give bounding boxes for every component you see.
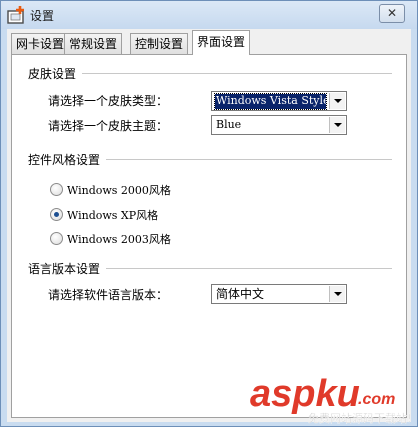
control-style-group-title: 控件风格设置 xyxy=(28,151,107,168)
interface-settings-panel: 皮肤设置 请选择一个皮肤类型： Windows Vista Style 请选择一… xyxy=(11,54,407,418)
tab-general[interactable]: 常规设置 xyxy=(64,33,123,54)
chevron-down-icon[interactable] xyxy=(329,286,345,302)
skin-theme-label: 请选择一个皮肤主题： xyxy=(48,119,169,133)
group-divider xyxy=(98,159,392,160)
skin-group-title: 皮肤设置 xyxy=(28,65,83,82)
language-value: 简体中文 xyxy=(216,287,265,301)
skin-type-select[interactable]: Windows Vista Style xyxy=(211,91,347,111)
skin-type-label: 请选择一个皮肤类型： xyxy=(48,94,169,108)
skin-theme-select[interactable]: Blue xyxy=(211,115,347,135)
language-select[interactable]: 简体中文 xyxy=(211,284,347,304)
language-label: 请选择软件语言版本： xyxy=(48,288,169,302)
group-divider xyxy=(98,268,392,269)
chevron-down-icon[interactable] xyxy=(329,93,345,109)
skin-type-value: Windows Vista Style xyxy=(214,93,327,110)
radio-windows-xp[interactable]: Windows XP风格 xyxy=(50,206,210,222)
watermark-brand: aspku xyxy=(250,373,360,415)
settings-window: 设置 ✕ 网卡设置 常规设置 控制设置 界面设置 皮肤设置 请选择一个皮肤类型：… xyxy=(0,0,418,427)
skin-theme-value: Blue xyxy=(216,118,242,131)
radio-windows-2000[interactable]: Windows 2000风格 xyxy=(50,181,210,197)
radio-label: Windows 2003风格 xyxy=(67,233,171,246)
aspku-watermark-logo: aspku .com 免费网站源码下载站! xyxy=(250,373,412,425)
tab-control[interactable]: 控制设置 xyxy=(130,33,189,54)
radio-label: Windows 2000风格 xyxy=(67,184,171,197)
close-button[interactable]: ✕ xyxy=(379,4,405,23)
close-icon: ✕ xyxy=(386,6,398,20)
radio-button-checked-icon[interactable] xyxy=(50,208,63,221)
title-bar[interactable]: 设置 ✕ xyxy=(1,1,417,29)
tab-interface[interactable]: 界面设置 xyxy=(192,30,251,55)
radio-button-icon[interactable] xyxy=(50,232,63,245)
dialog-client: 网卡设置 常规设置 控制设置 界面设置 皮肤设置 请选择一个皮肤类型： Wind… xyxy=(7,29,411,422)
radio-windows-2003[interactable]: Windows 2003风格 xyxy=(50,230,210,246)
watermark-domain: .com xyxy=(358,391,395,408)
radio-button-icon[interactable] xyxy=(50,183,63,196)
group-divider xyxy=(72,73,392,74)
tab-network-card[interactable]: 网卡设置 xyxy=(11,33,70,54)
window-title: 设置 xyxy=(30,9,55,23)
watermark-slogan: 免费网站源码下载站! xyxy=(308,411,411,425)
app-icon xyxy=(7,6,24,24)
tab-strip: 网卡设置 常规设置 控制设置 界面设置 xyxy=(7,29,411,55)
language-group-title: 语言版本设置 xyxy=(28,260,107,277)
chevron-down-icon[interactable] xyxy=(329,117,345,133)
radio-label: Windows XP风格 xyxy=(67,209,159,222)
